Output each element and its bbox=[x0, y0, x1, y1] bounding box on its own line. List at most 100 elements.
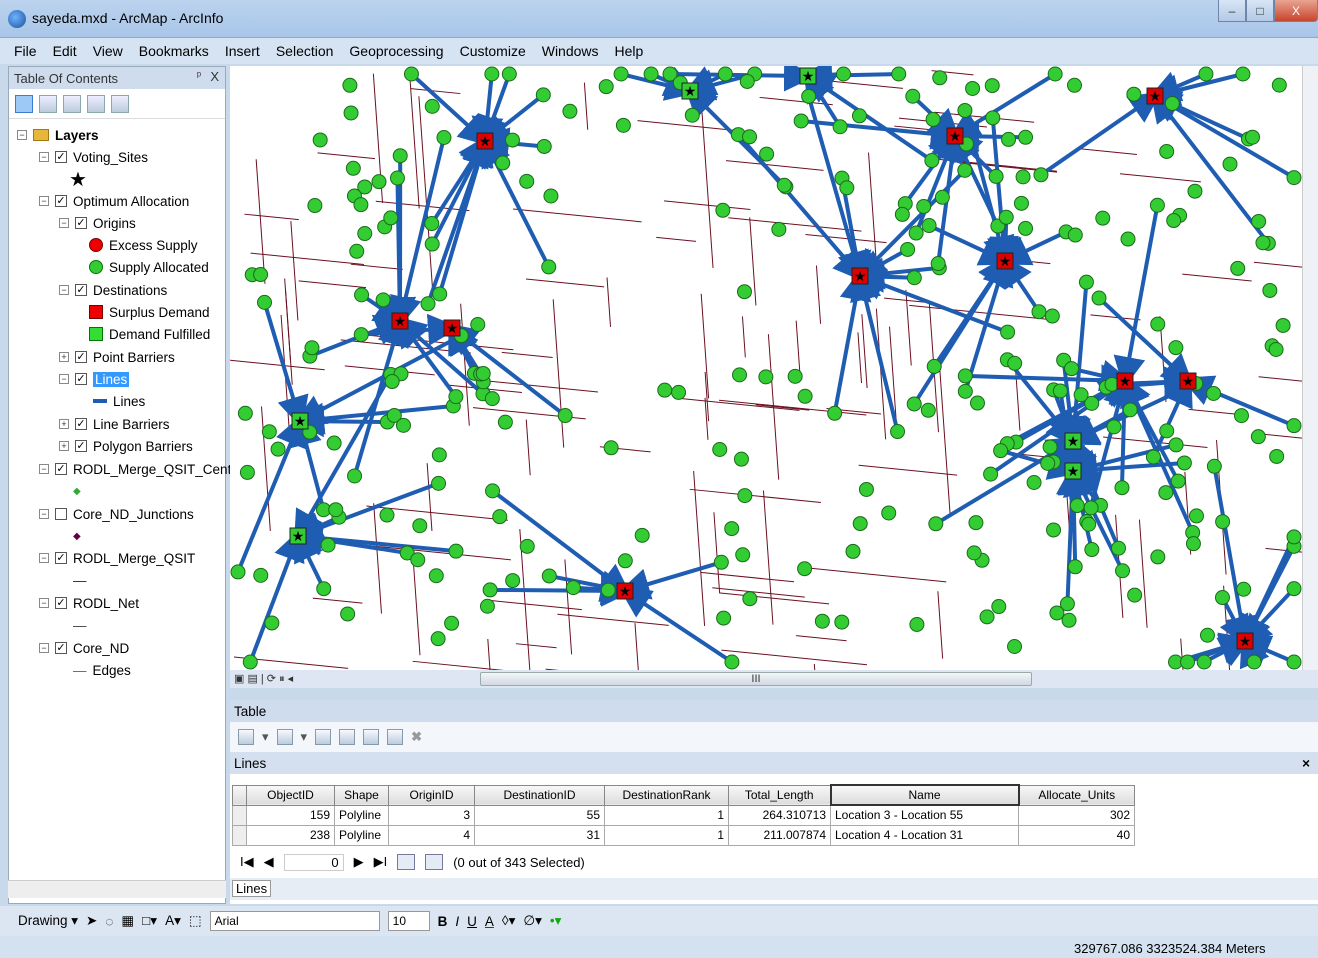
edit-vertices-icon[interactable]: ⬚ bbox=[189, 913, 202, 929]
cell[interactable]: 31 bbox=[474, 824, 605, 846]
row-selector-header[interactable] bbox=[232, 784, 247, 806]
collapse-icon[interactable]: − bbox=[39, 643, 49, 653]
table-row[interactable]: 238 Polyline 4 31 1 211.007874 Location … bbox=[232, 824, 1135, 846]
pin-icon[interactable]: ᵖ bbox=[197, 70, 201, 82]
rotate-icon[interactable]: ◌ bbox=[105, 914, 113, 929]
list-by-drawing-order-icon[interactable] bbox=[15, 94, 33, 113]
cell[interactable]: 302 bbox=[1018, 804, 1135, 826]
collapse-icon[interactable]: − bbox=[59, 374, 69, 384]
options-icon[interactable] bbox=[111, 94, 129, 113]
layer-rodl-merge[interactable]: − ✓ RODL_Merge_QSIT bbox=[39, 548, 195, 568]
show-selected-records-icon[interactable] bbox=[425, 854, 444, 870]
font-color-button[interactable]: A bbox=[485, 914, 494, 929]
list-by-source-icon[interactable] bbox=[39, 94, 57, 113]
layer-optimum-allocation[interactable]: − ✓ Optimum Allocation bbox=[39, 191, 189, 211]
column-header[interactable]: Allocate_Units bbox=[1018, 784, 1135, 806]
collapse-icon[interactable]: − bbox=[39, 464, 49, 474]
menu-windows[interactable]: Windows bbox=[542, 43, 599, 59]
select-by-attributes-icon[interactable] bbox=[315, 729, 332, 745]
visibility-checkbox[interactable]: ✓ bbox=[75, 351, 87, 363]
visibility-checkbox[interactable]: ✓ bbox=[55, 151, 67, 163]
zoom-to-selected-icon[interactable] bbox=[387, 729, 404, 745]
cell[interactable]: 1 bbox=[604, 804, 729, 826]
collapse-icon[interactable]: − bbox=[39, 152, 49, 162]
drawing-menu[interactable]: Drawing ▾ bbox=[18, 913, 78, 929]
related-tables-icon[interactable] bbox=[276, 729, 293, 745]
next-record-button[interactable]: ▶ bbox=[354, 854, 364, 870]
list-by-selection-icon[interactable] bbox=[87, 94, 105, 113]
switch-selection-icon[interactable] bbox=[339, 729, 356, 745]
tab-lines[interactable]: Lines bbox=[232, 880, 272, 897]
map-vertical-scrollbar[interactable] bbox=[1302, 66, 1318, 670]
visibility-checkbox[interactable]: ✓ bbox=[75, 217, 87, 229]
collapse-icon[interactable]: − bbox=[17, 130, 27, 140]
layer-destinations[interactable]: − ✓ Destinations bbox=[59, 280, 167, 300]
toc-horizontal-scrollbar[interactable] bbox=[8, 880, 226, 898]
cell[interactable]: 159 bbox=[246, 804, 335, 826]
map-canvas[interactable]: ★ ★ ★ ★ ★ ★ ★ ★ ★ ★ ★ ★ ★ ★ ★ ★ ★ bbox=[230, 66, 1302, 670]
visibility-checkbox[interactable]: ✓ bbox=[75, 284, 87, 296]
layer-core-nd[interactable]: − ✓ Core_ND bbox=[39, 638, 129, 658]
record-number-field[interactable]: 0 bbox=[283, 853, 344, 871]
delete-selected-icon[interactable]: ✖ bbox=[411, 729, 422, 745]
line-color-icon[interactable]: ∅▾ bbox=[523, 913, 542, 929]
cell[interactable]: 1 bbox=[604, 824, 729, 846]
cell[interactable]: 264.310713 bbox=[728, 804, 831, 826]
table-row[interactable]: 159 Polyline 3 55 1 264.310713 Location … bbox=[232, 804, 1135, 826]
layer-rodl-net[interactable]: − ✓ RODL_Net bbox=[39, 593, 139, 613]
last-record-button[interactable]: ▶I bbox=[374, 854, 388, 870]
previous-record-button[interactable]: ◀ bbox=[264, 854, 274, 870]
column-header[interactable]: ObjectID bbox=[246, 784, 335, 806]
map-scrollbar[interactable]: ▣ ▤ | ⟳ ⏸ ◂ III bbox=[230, 670, 1318, 688]
layer-line-barriers[interactable]: + ✓ Line Barriers bbox=[59, 414, 170, 434]
cell[interactable]: 40 bbox=[1018, 824, 1135, 846]
text-icon[interactable]: A▾ bbox=[165, 913, 181, 929]
visibility-checkbox[interactable]: ✓ bbox=[55, 642, 67, 654]
menu-help[interactable]: Help bbox=[615, 43, 644, 59]
toc-close-button[interactable]: X bbox=[210, 69, 219, 84]
collapse-icon[interactable]: − bbox=[59, 285, 69, 295]
zoom-whole-page-icon[interactable]: ▦ bbox=[121, 913, 134, 929]
column-header[interactable]: DestinationRank bbox=[604, 784, 729, 806]
menu-selection[interactable]: Selection bbox=[276, 43, 334, 59]
list-by-visibility-icon[interactable] bbox=[63, 94, 81, 113]
visibility-checkbox[interactable]: ✓ bbox=[55, 597, 67, 609]
clear-selection-icon[interactable] bbox=[363, 729, 380, 745]
collapse-icon[interactable]: − bbox=[39, 598, 49, 608]
bold-button[interactable]: B bbox=[438, 914, 448, 929]
menu-customize[interactable]: Customize bbox=[460, 43, 526, 59]
cell[interactable]: 238 bbox=[246, 824, 335, 846]
cell[interactable]: 4 bbox=[388, 824, 475, 846]
rectangle-icon[interactable]: □▾ bbox=[142, 913, 157, 929]
font-select[interactable]: Arial bbox=[209, 911, 380, 931]
layout-view-icon[interactable]: ▣ ▤ | ⟳ ⏸ ◂ bbox=[234, 672, 293, 686]
show-all-records-icon[interactable] bbox=[397, 854, 416, 870]
table-options-icon[interactable] bbox=[238, 729, 254, 745]
layer-point-barriers[interactable]: + ✓ Point Barriers bbox=[59, 347, 175, 367]
collapse-icon[interactable]: − bbox=[39, 196, 49, 206]
first-record-button[interactable]: I◀ bbox=[240, 854, 254, 870]
menu-bookmarks[interactable]: Bookmarks bbox=[139, 43, 209, 59]
menu-view[interactable]: View bbox=[93, 43, 123, 59]
fill-color-icon[interactable]: ◊▾ bbox=[502, 913, 515, 929]
cell[interactable]: 211.007874 bbox=[728, 824, 831, 846]
visibility-checkbox[interactable]: ✓ bbox=[55, 552, 67, 564]
layer-origins[interactable]: − ✓ Origins bbox=[59, 213, 136, 233]
layers-node[interactable]: − Layers bbox=[17, 125, 99, 145]
layer-voting-sites[interactable]: − ✓ Voting_Sites bbox=[39, 147, 148, 167]
layer-lines[interactable]: − ✓ Lines bbox=[59, 369, 130, 389]
collapse-icon[interactable]: − bbox=[39, 553, 49, 563]
font-size-select[interactable]: 10 bbox=[387, 911, 430, 931]
table-close-button[interactable]: × bbox=[1302, 756, 1310, 771]
minimize-button[interactable]: – bbox=[1218, 0, 1246, 22]
map-scroll-thumb[interactable]: III bbox=[480, 672, 1032, 686]
visibility-checkbox[interactable]: ✓ bbox=[75, 440, 87, 452]
underline-button[interactable]: U bbox=[467, 914, 477, 929]
cell[interactable]: Location 3 - Location 55 bbox=[830, 804, 1019, 826]
visibility-checkbox[interactable]: ✓ bbox=[75, 418, 87, 430]
menu-geoprocessing[interactable]: Geoprocessing bbox=[349, 43, 443, 59]
cell[interactable]: 3 bbox=[388, 804, 475, 826]
row-selector[interactable] bbox=[232, 824, 247, 846]
collapse-icon[interactable]: − bbox=[39, 509, 49, 519]
marker-color-icon[interactable]: •▾ bbox=[550, 913, 562, 929]
